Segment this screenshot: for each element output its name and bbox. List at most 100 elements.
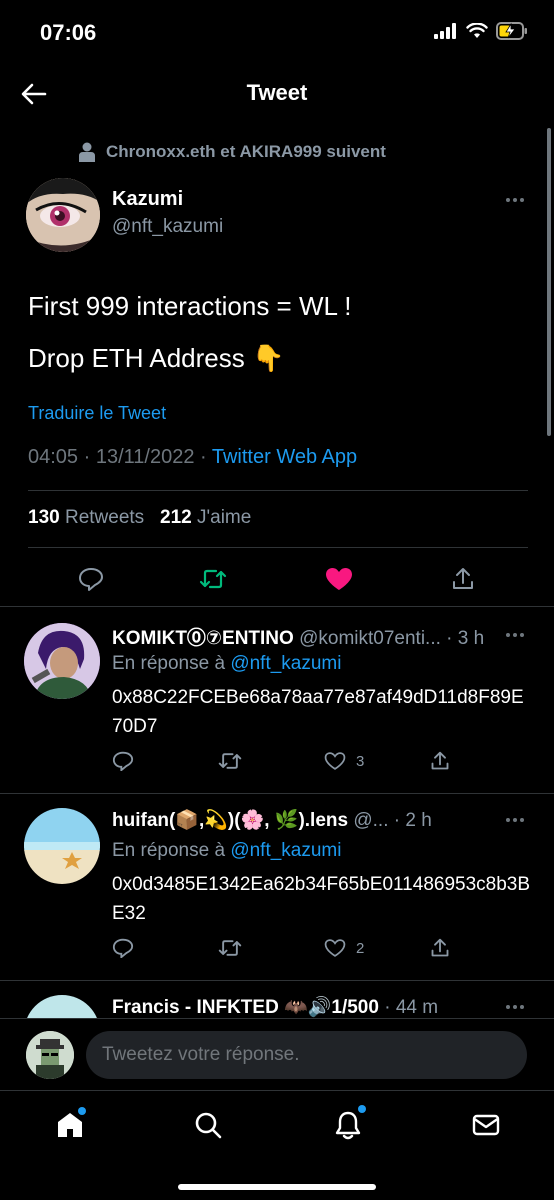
reply-context: En réponse à @nft_kazumi — [112, 653, 341, 675]
avatar-image — [24, 623, 100, 699]
reply-author-name[interactable]: Francis - INFKTED 🦇🔊1/500 — [112, 997, 379, 1018]
like-button[interactable] — [324, 564, 354, 594]
reply-button[interactable] — [76, 564, 106, 594]
status-time: 07:06 — [40, 20, 97, 45]
translate-link[interactable]: Traduire le Tweet — [28, 403, 166, 424]
heart-filled-icon — [326, 568, 352, 590]
divider — [28, 490, 528, 491]
person-icon — [79, 142, 95, 162]
reply-item[interactable]: huifan(📦,💫)(🌸, 🌿).lens @... · 2 h En rép… — [0, 794, 554, 980]
avatar-image — [26, 178, 100, 252]
likes-label: J'aime — [197, 507, 252, 528]
heart-icon — [324, 752, 346, 770]
retweets-label: Retweets — [64, 507, 145, 528]
reply-mention-link[interactable]: @nft_kazumi — [230, 840, 341, 861]
reply-actions: 2 — [112, 938, 532, 964]
reply-header: Francis - INFKTED 🦇🔊1/500 · 44 m — [112, 995, 492, 1018]
retweet-icon — [199, 569, 227, 589]
status-icons — [434, 22, 528, 40]
reply-like-count: 3 — [356, 752, 365, 770]
tweet-timestamp: 04:05 · 13/11/2022 · — [28, 446, 212, 468]
signal-icon — [434, 23, 456, 39]
retweet-button[interactable] — [218, 938, 242, 958]
reply-context-prefix: En réponse à — [112, 840, 226, 861]
tab-search[interactable] — [188, 1105, 228, 1145]
reply-like-count: 2 — [356, 939, 365, 957]
avatar-image — [24, 808, 100, 884]
divider — [28, 547, 528, 548]
share-button[interactable] — [430, 938, 450, 958]
reply-author-name[interactable]: huifan(📦,💫)(🌸, 🌿).lens — [112, 810, 348, 831]
reply-context-prefix: En réponse à — [112, 653, 226, 674]
page-title: Tweet — [246, 80, 308, 105]
reply-author-handle[interactable]: @komikt07enti... — [299, 628, 441, 649]
reply-mention-link[interactable]: @nft_kazumi — [230, 653, 341, 674]
reply-icon — [79, 568, 103, 591]
reply-button[interactable] — [112, 751, 134, 771]
reply-time: · 44 m — [384, 997, 439, 1018]
source-app-link[interactable]: Twitter Web App — [212, 446, 357, 468]
social-context-text: Chronoxx.eth et AKIRA999 suivent — [106, 142, 386, 161]
like-button[interactable]: 2 — [324, 938, 364, 958]
tweet-text-line: First 999 interactions = WL ! — [28, 291, 352, 321]
notification-dot — [78, 1107, 86, 1115]
tweet-text: First 999 interactions = WL ! Drop ETH A… — [28, 280, 351, 384]
reply-button[interactable] — [112, 938, 134, 958]
social-context: Chronoxx.eth et AKIRA999 suivent — [78, 140, 386, 164]
tweet-actions — [0, 560, 554, 596]
reply-input[interactable]: Tweetez votre réponse. — [86, 1031, 527, 1079]
reply-input-placeholder: Tweetez votre réponse. — [102, 1044, 300, 1065]
share-button[interactable] — [430, 751, 450, 771]
my-avatar[interactable] — [26, 1031, 74, 1079]
retweet-icon — [218, 940, 242, 956]
scrollbar[interactable] — [547, 128, 551, 436]
share-icon — [453, 568, 473, 589]
reply-text: 0x0d3485E1342Ea62b34F65bE011486953c8b3BE… — [112, 874, 531, 924]
tweet-metadata: 04:05 · 13/11/2022 · Twitter Web App — [28, 446, 357, 469]
retweet-button[interactable] — [198, 564, 228, 594]
status-bar: 07:06 — [0, 0, 554, 66]
author-avatar[interactable] — [26, 178, 100, 252]
likes-count: 212 — [160, 507, 192, 528]
reply-author-handle[interactable]: @... — [353, 810, 388, 831]
reply-avatar[interactable] — [24, 623, 100, 699]
reply-icon — [112, 751, 134, 771]
like-button[interactable]: 3 — [324, 751, 364, 771]
reply-item[interactable]: KOMIKT⓪⑦ENTINO @komikt07enti... · 3 h En… — [0, 607, 554, 793]
reply-avatar[interactable] — [24, 995, 100, 1018]
retweet-button[interactable] — [218, 751, 242, 771]
avatar-image — [26, 1031, 74, 1079]
battery-charging-icon — [496, 22, 527, 40]
notification-dot — [358, 1105, 366, 1113]
more-options-icon[interactable] — [506, 633, 524, 637]
tab-messages[interactable] — [466, 1105, 506, 1145]
share-button[interactable] — [448, 564, 478, 594]
tab-home[interactable] — [50, 1105, 90, 1145]
reply-item[interactable]: Francis - INFKTED 🦇🔊1/500 · 44 m — [0, 981, 554, 1018]
author-name[interactable]: Kazumi — [112, 188, 183, 211]
share-icon — [431, 938, 449, 957]
reply-avatar[interactable] — [24, 808, 100, 884]
reply-actions: 3 — [112, 751, 532, 777]
more-options-icon[interactable] — [506, 1005, 524, 1009]
retweet-icon — [218, 753, 242, 769]
heart-icon — [324, 939, 346, 957]
top-nav-bar: Tweet — [0, 66, 554, 122]
bell-icon — [335, 1111, 361, 1140]
reply-compose-bar: Tweetez votre réponse. — [0, 1018, 554, 1090]
more-options-icon[interactable] — [506, 818, 524, 822]
tab-notifications[interactable] — [328, 1105, 368, 1145]
reply-author-name[interactable]: KOMIKT⓪⑦ENTINO — [112, 628, 294, 649]
reply-text: 0x88C22FCEBe68a78aa77e87af49dD11d8F89E70… — [112, 687, 524, 737]
retweets-stat[interactable]: 130 Retweets — [28, 507, 144, 528]
author-handle[interactable]: @nft_kazumi — [112, 216, 223, 238]
retweets-count: 130 — [28, 507, 60, 528]
likes-stat[interactable]: 212 J'aime — [160, 507, 251, 528]
more-options-icon[interactable] — [506, 198, 524, 202]
reply-header: huifan(📦,💫)(🌸, 🌿).lens @... · 2 h — [112, 808, 492, 832]
reply-time: · 2 h — [393, 810, 432, 831]
reply-icon — [112, 938, 134, 958]
search-icon — [195, 1112, 222, 1139]
home-indicator[interactable] — [178, 1184, 376, 1190]
reply-time: · 3 h — [446, 628, 485, 649]
